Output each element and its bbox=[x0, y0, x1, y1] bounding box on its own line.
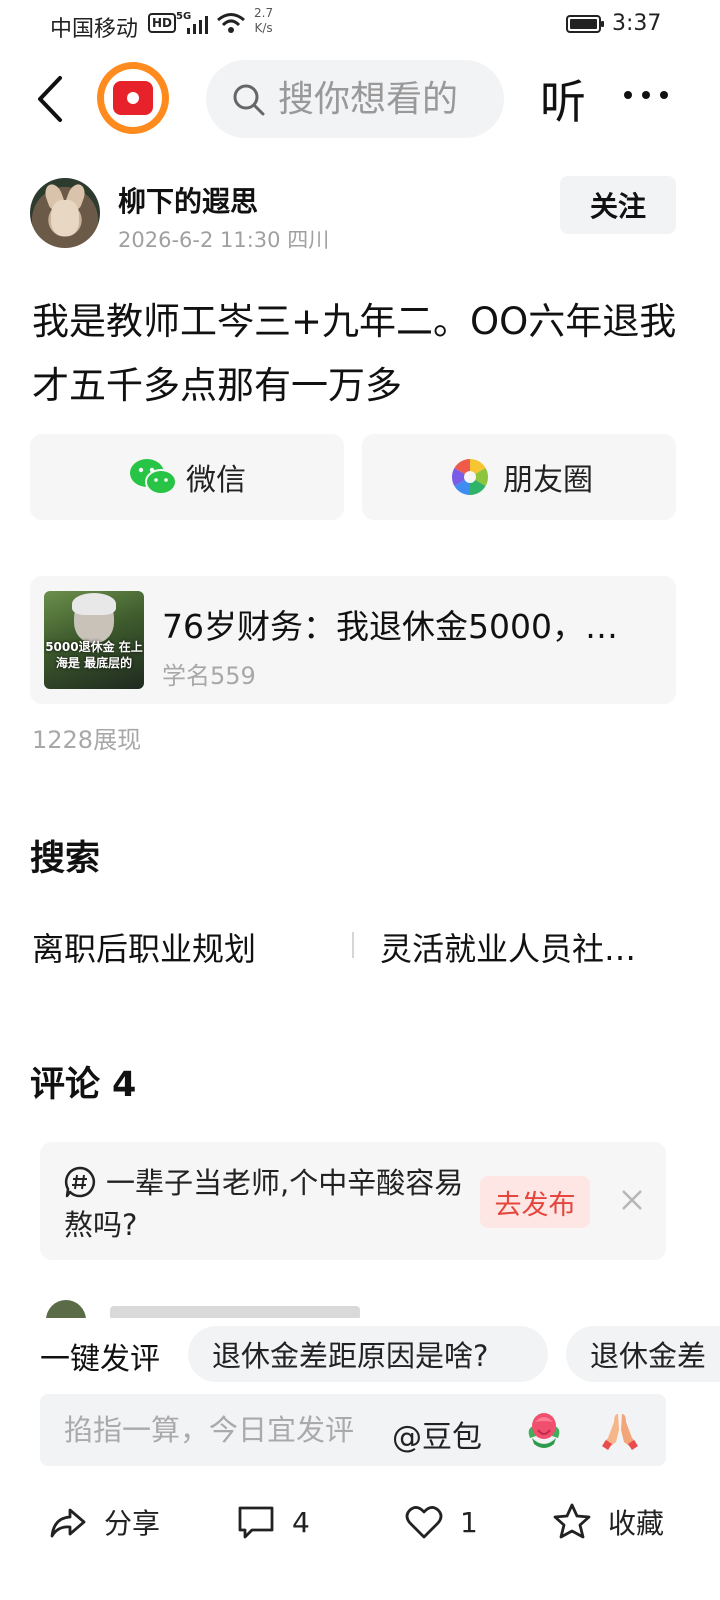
view-count: 1228展现 bbox=[32, 726, 142, 754]
like-button[interactable]: 1 bbox=[404, 1502, 478, 1542]
comment-input-box[interactable]: @豆包 bbox=[40, 1394, 666, 1466]
thumb-caption: 5000退休金 在上海是 最底层的 bbox=[45, 640, 143, 670]
share-moments-button[interactable]: 朋友圈 bbox=[362, 434, 676, 520]
battery-icon bbox=[566, 15, 604, 33]
related-title: 76岁财务：我退休金5000，… bbox=[162, 607, 618, 646]
quick-comment-label: 一键发评 bbox=[40, 1342, 160, 1377]
share-button[interactable]: 分享 bbox=[48, 1502, 160, 1542]
share-wechat-button[interactable]: 微信 bbox=[30, 434, 344, 520]
bottom-action-bar: 分享 4 1 收藏 bbox=[0, 1490, 720, 1560]
quick-comment-chip[interactable]: 退休金差 bbox=[566, 1326, 720, 1382]
share-icon bbox=[50, 1508, 86, 1538]
carrier-name: 中国移动 bbox=[50, 17, 139, 42]
author-name[interactable]: 柳下的遐思 bbox=[118, 180, 258, 220]
speed-value: 2.7 bbox=[254, 6, 274, 20]
listen-button[interactable]: 听 bbox=[540, 66, 586, 132]
avatar-face bbox=[51, 200, 79, 236]
heart-icon bbox=[405, 1506, 443, 1539]
network-speed: 2.7 K/s bbox=[254, 6, 273, 36]
clock: 3:37 bbox=[612, 11, 662, 36]
comment-count: 4 bbox=[292, 1505, 310, 1539]
moments-icon bbox=[451, 459, 489, 495]
favorite-label: 收藏 bbox=[608, 1507, 665, 1540]
signal-icon bbox=[187, 16, 208, 34]
topic-prompt-text: 一辈子当老师,个中辛酸容易熬吗? bbox=[64, 1166, 464, 1242]
pray-emoji-icon[interactable] bbox=[598, 1408, 642, 1452]
comment-input[interactable] bbox=[64, 1394, 390, 1466]
mention-doubao-button[interactable]: @豆包 bbox=[392, 1412, 482, 1456]
speed-unit: K/s bbox=[254, 21, 273, 35]
topic-divider bbox=[352, 932, 354, 958]
comment-button[interactable]: 4 bbox=[236, 1502, 310, 1542]
quick-comment-chip[interactable]: 退休金差距原因是啥? bbox=[188, 1326, 548, 1382]
top-nav: 听 bbox=[0, 54, 720, 144]
comments-title-label: 评论 bbox=[30, 1065, 101, 1105]
close-icon[interactable] bbox=[620, 1188, 644, 1212]
comment-icon bbox=[238, 1506, 274, 1539]
status-bar: 中国移动 HD 5G 2.7 K/s 3:37 bbox=[0, 0, 720, 50]
share-moments-label: 朋友圈 bbox=[503, 463, 593, 498]
comments-count: 4 bbox=[112, 1065, 137, 1105]
more-icon[interactable] bbox=[622, 88, 670, 102]
related-source: 学名559 bbox=[162, 662, 256, 690]
search-topic[interactable]: 灵活就业人员社… bbox=[380, 924, 670, 970]
search-section-title: 搜索 bbox=[30, 839, 101, 879]
logo-mark bbox=[113, 81, 153, 115]
topic-prompt-card: 一辈子当老师,个中辛酸容易熬吗? 去发布 bbox=[40, 1142, 666, 1260]
wechat-icon bbox=[130, 459, 177, 495]
quick-comment-bar: 一键发评 退休金差距原因是啥? 退休金差 bbox=[0, 1318, 720, 1388]
related-article-card[interactable]: 5000退休金 在上海是 最底层的 76岁财务：我退休金5000，… 学名559 bbox=[30, 576, 676, 704]
app-logo[interactable] bbox=[97, 62, 169, 134]
search-input[interactable] bbox=[278, 60, 498, 138]
search-topic[interactable]: 离职后职业规划 bbox=[32, 924, 332, 970]
follow-button[interactable]: 关注 bbox=[560, 176, 676, 234]
publish-button[interactable]: 去发布 bbox=[480, 1176, 590, 1228]
search-icon bbox=[233, 84, 265, 116]
comment-avatar bbox=[46, 1300, 86, 1318]
favorite-button[interactable]: 收藏 bbox=[552, 1502, 664, 1542]
author-avatar[interactable] bbox=[30, 178, 100, 248]
like-count: 1 bbox=[460, 1505, 478, 1539]
back-icon[interactable] bbox=[30, 74, 70, 124]
share-label: 分享 bbox=[104, 1507, 161, 1540]
post-meta: 2026-6-2 11:30 四川 bbox=[118, 228, 330, 252]
hd-badge: HD bbox=[148, 13, 177, 33]
rose-emoji-icon[interactable] bbox=[522, 1408, 566, 1452]
related-thumbnail: 5000退休金 在上海是 最底层的 bbox=[44, 591, 144, 689]
post-content: 我是教师工岑三+九年二。OO六年退我才五千多点那有一万多 bbox=[32, 300, 677, 407]
comments-title: 评论 4 bbox=[30, 1056, 136, 1107]
search-bar[interactable] bbox=[206, 60, 504, 138]
wifi-icon bbox=[217, 13, 245, 33]
thumb-hair bbox=[72, 593, 116, 615]
comment-text-placeholder bbox=[110, 1306, 360, 1318]
star-icon bbox=[553, 1503, 591, 1539]
logo-ring bbox=[104, 69, 162, 127]
comment-item-partial bbox=[40, 1298, 680, 1318]
share-wechat-label: 微信 bbox=[186, 463, 246, 498]
